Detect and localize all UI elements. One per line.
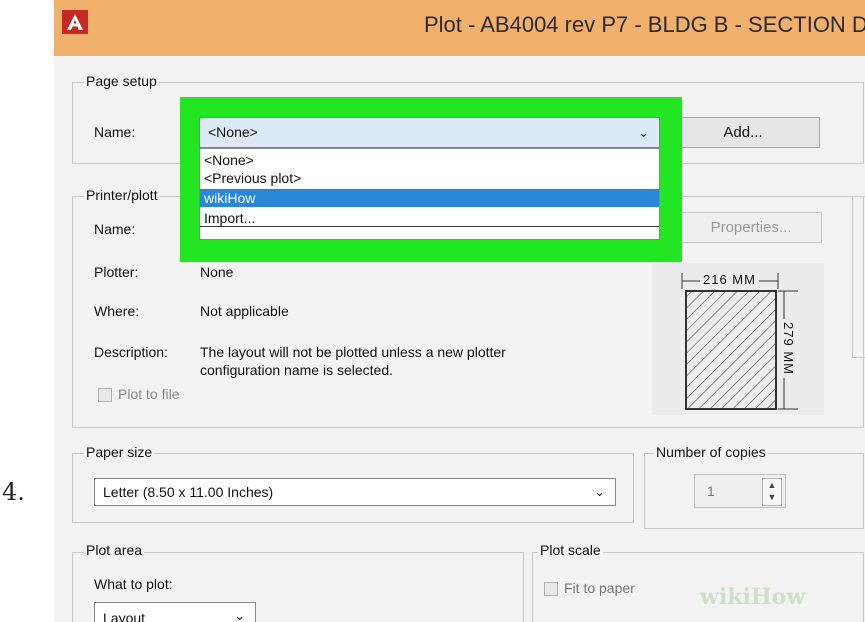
spinner-icon[interactable]: ▲ ▼	[762, 478, 782, 506]
plotter-label: Plotter:	[94, 264, 139, 280]
chevron-down-icon: ⌄	[594, 484, 605, 499]
description-label: Description:	[94, 344, 168, 360]
copies-value: 1	[707, 483, 715, 499]
copies-input[interactable]: 1 ▲ ▼	[694, 474, 786, 508]
chevron-down-icon: ⌄	[234, 608, 245, 622]
chevron-down-icon: ⌄	[638, 125, 649, 140]
fit-to-paper-label: Fit to paper	[564, 580, 635, 596]
paper-width-label: 216 MM	[700, 272, 759, 287]
plotter-value: None	[200, 264, 234, 280]
printer-name-label: Name:	[94, 221, 136, 237]
paper-size-select[interactable]: Letter (8.50 x 11.00 Inches) ⌄	[94, 478, 616, 506]
paper-size-value: Letter (8.50 x 11.00 Inches)	[103, 484, 274, 500]
plot-to-file-label: Plot to file	[118, 386, 180, 402]
title-bar[interactable]: Plot - AB4004 rev P7 - BLDG B - SECTION …	[54, 0, 865, 56]
plot-area-label: Plot area	[84, 542, 145, 558]
printer-name-select-edge	[199, 240, 660, 248]
properties-button[interactable]: Properties...	[680, 212, 822, 243]
paper-height-label: 279 MM	[780, 319, 796, 378]
dropdown-option-import[interactable]: Import...	[200, 209, 659, 227]
dropdown-option-previous-plot[interactable]: <Previous plot>	[200, 169, 659, 187]
where-value: Not applicable	[200, 303, 289, 319]
dropdown-option-wikihow[interactable]: wikiHow	[200, 189, 659, 207]
page-setup-dropdown: <None> <Previous plot> wikiHow Import...	[199, 148, 660, 240]
watermark: wikiHow	[700, 584, 806, 610]
plot-scale-label: Plot scale	[538, 542, 603, 558]
what-to-plot-label: What to plot:	[94, 576, 173, 592]
copies-label: Number of copies	[654, 444, 768, 460]
autocad-logo-icon	[62, 10, 88, 34]
page-setup-name-label: Name:	[94, 124, 136, 140]
page-setup-name-select[interactable]: <None> ⌄	[199, 117, 660, 148]
dropdown-option-none[interactable]: <None>	[200, 151, 659, 169]
what-to-plot-value: Layout	[103, 610, 146, 622]
step-number: 4.	[2, 478, 25, 506]
add-button[interactable]: Add...	[666, 117, 820, 148]
printer-group-label: Printer/plott	[84, 187, 160, 203]
description-line-2: configuration name is selected.	[200, 362, 393, 378]
plot-dialog: Plot - AB4004 rev P7 - BLDG B - SECTION …	[54, 0, 865, 622]
paper-preview: 216 MM 279 MM	[652, 263, 824, 415]
description-line-1: The layout will not be plotted unless a …	[200, 344, 506, 360]
page-setup-name-value: <None>	[208, 124, 258, 140]
window-title: Plot - AB4004 rev P7 - BLDG B - SECTION …	[424, 12, 865, 37]
plot-to-file-checkbox[interactable]	[98, 388, 112, 402]
where-label: Where:	[94, 303, 140, 319]
paper-size-label: Paper size	[84, 444, 155, 460]
fit-to-paper-checkbox[interactable]	[544, 582, 558, 596]
page-setup-label: Page setup	[84, 73, 159, 89]
what-to-plot-select[interactable]: Layout ⌄	[94, 602, 256, 622]
right-panel-edge	[852, 196, 865, 358]
